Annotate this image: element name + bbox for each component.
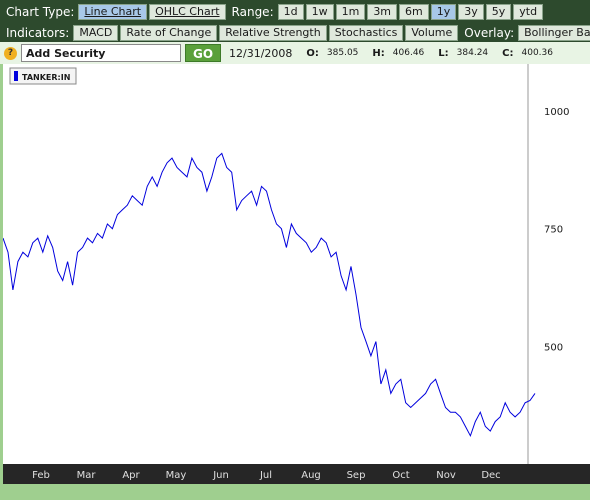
add-security-input[interactable] [21,44,181,62]
range-1y-button[interactable]: 1y [430,4,457,20]
x-tick-label: Oct [392,470,409,481]
close-label: C: [502,47,514,59]
overlay-label: Overlay: [464,26,515,40]
y-tick-label: 750 [544,225,563,236]
relative-strength-button[interactable]: Relative Strength [219,25,327,41]
footer-strip [0,484,590,500]
x-tick-label: Aug [301,470,321,481]
x-tick-label: Apr [122,470,140,481]
indicator-toolbar: Indicators: MACD Rate of Change Relative… [0,24,590,42]
x-tick-label: Nov [436,470,456,481]
stochastics-button[interactable]: Stochastics [328,25,404,41]
range-3y-button[interactable]: 3y [458,4,484,20]
x-tick-label: May [166,470,187,481]
x-tick-label: Dec [481,470,500,481]
range-6m-button[interactable]: 6m [399,4,429,20]
series-legend: TANKER:IN [9,67,77,85]
y-tick-label: 500 [544,342,563,353]
x-tick-label: Jul [259,470,272,481]
bollinger-bands-button[interactable]: Bollinger Bands [518,25,590,41]
volume-button[interactable]: Volume [405,25,459,41]
legend-series-name: TANKER:IN [22,73,70,82]
range-5y-button[interactable]: 5y [485,4,512,20]
close-value: 400.36 [521,48,554,58]
security-bar: ? GO 12/31/2008 O: 385.05 H: 406.46 L: 3… [0,42,590,64]
range-1m-button[interactable]: 1m [335,4,366,20]
open-value: 385.05 [326,48,359,58]
range-ytd-button[interactable]: ytd [513,4,544,20]
x-tick-label: Feb [32,470,50,481]
series-line [2,152,536,438]
x-tick-label: Sep [347,470,366,481]
price-chart[interactable]: TANKER:IN 500 750 1000 [2,64,590,464]
range-toolbar: Chart Type: Line Chart OHLC Chart Range:… [0,0,590,24]
x-axis: Feb Mar Apr May Jun Jul Aug Sep Oct Nov Dec [3,464,590,484]
x-axis-ticks: Feb Mar Apr May Jun Jul Aug Sep Oct Nov Dec [32,470,501,481]
x-tick-label: Mar [77,470,97,481]
range-3m-button[interactable]: 3m [367,4,398,20]
ohlc-chart-button[interactable]: OHLC Chart [149,4,226,20]
price-chart-svg: TANKER:IN 500 750 1000 [2,64,569,464]
y-tick-label: 1000 [544,107,569,118]
low-value: 384.24 [456,48,489,58]
quote-date: 12/31/2008 [229,46,293,60]
help-icon[interactable]: ? [4,46,17,60]
macd-button[interactable]: MACD [73,25,119,41]
range-label: Range: [231,5,274,19]
rate-of-change-button[interactable]: Rate of Change [120,25,218,41]
y-axis-ticks: 500 750 1000 [544,107,569,353]
low-label: L: [438,47,449,59]
indicators-label: Indicators: [6,26,70,40]
x-tick-label: Jun [212,470,229,481]
legend-swatch [14,71,18,81]
high-label: H: [372,47,385,59]
range-1d-button[interactable]: 1d [277,4,304,20]
open-label: O: [306,47,319,59]
high-value: 406.46 [392,48,425,58]
series-group [2,152,536,438]
line-chart-button[interactable]: Line Chart [78,4,148,20]
range-1w-button[interactable]: 1w [305,4,334,20]
chart-type-label: Chart Type: [6,5,75,19]
go-button[interactable]: GO [185,44,221,62]
x-axis-svg: Feb Mar Apr May Jun Jul Aug Sep Oct Nov Dec [32,470,501,481]
